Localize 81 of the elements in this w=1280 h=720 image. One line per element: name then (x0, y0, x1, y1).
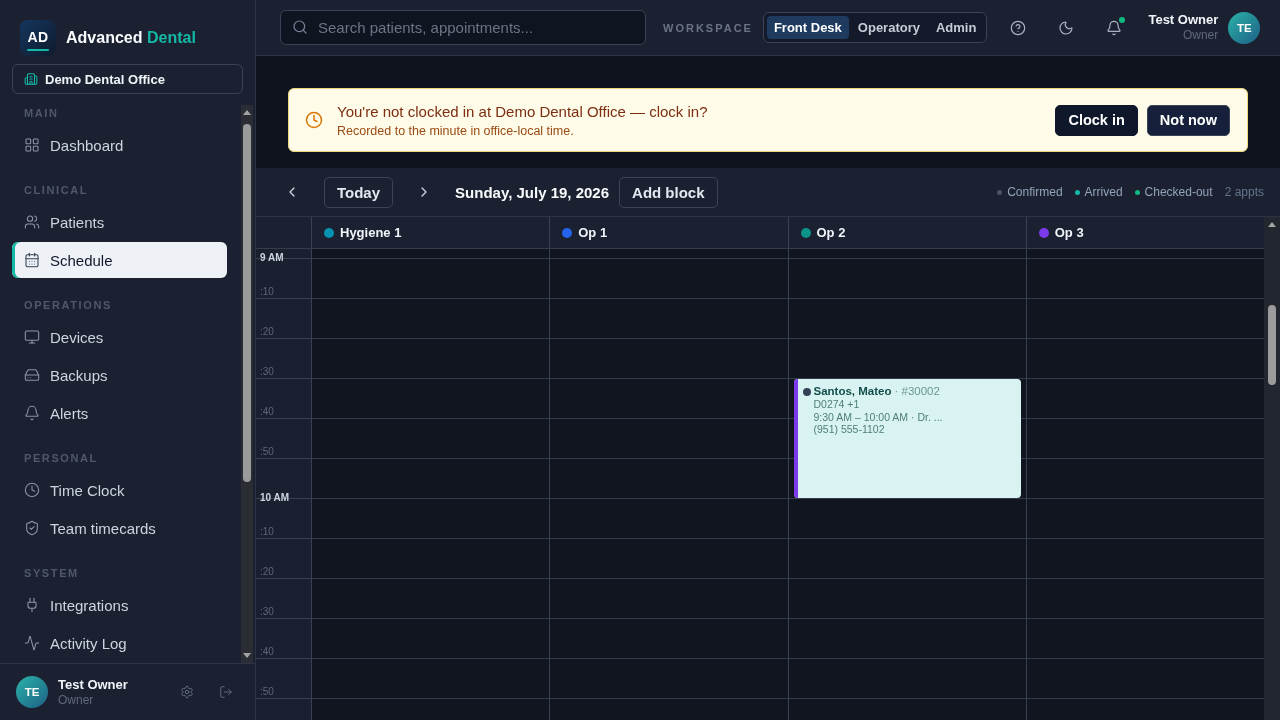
appointment-card[interactable]: Santos, Mateo · #30002 D0274 +1 9:30 AM – 10:00 AM · Dr. ... (951) 555-1102 (793, 379, 1021, 498)
patient-name: Santos, Mateo (813, 384, 892, 398)
workspace-label: WORKSPACE (663, 21, 753, 34)
time-label: 10 AM (260, 493, 290, 503)
time-label: :20 (260, 327, 274, 337)
shield-check-icon (24, 520, 40, 536)
user-name: Test Owner (1148, 12, 1219, 28)
logo-mark: AD (20, 20, 56, 56)
people-icon (24, 214, 40, 230)
building-icon (24, 72, 38, 86)
nav-item[interactable]: Patients (12, 204, 227, 240)
column-title: Op 3 (1054, 225, 1084, 240)
nav-item[interactable]: Devices (12, 319, 227, 355)
avatar[interactable]: TE (1228, 11, 1261, 44)
nav-section-title: CLINICAL (23, 183, 90, 198)
time-label: :30 (260, 607, 274, 617)
search-field[interactable]: Search patients, appointments... (280, 10, 646, 45)
monitor-icon (24, 329, 40, 345)
date-heading: Sunday, July 19, 2026 (455, 183, 610, 201)
legend-label: Confirmed (1007, 185, 1063, 199)
user-role: Owner (1182, 28, 1219, 43)
clock-icon (24, 482, 40, 498)
today-button[interactable]: Today (324, 176, 394, 208)
scrollbar[interactable] (241, 105, 253, 663)
scrollbar[interactable] (1264, 217, 1280, 720)
workspace-tab[interactable]: Operatory (850, 16, 927, 39)
user-role: Owner (58, 692, 94, 708)
workspace-tab[interactable]: Admin (928, 16, 984, 39)
calendar-icon (24, 252, 40, 268)
nav-section-title: SYSTEM (23, 566, 80, 581)
nav-item[interactable]: Dashboard (12, 127, 227, 163)
plug-icon (24, 597, 40, 613)
nav-item[interactable]: Activity Log (12, 625, 227, 661)
moon-icon[interactable] (1058, 19, 1075, 36)
appointment-count: 2 appts (1224, 185, 1264, 199)
office-selector[interactable]: Demo Dental Office (12, 64, 243, 94)
nav-item[interactable]: Time Clock (12, 472, 227, 508)
grid-icon (24, 137, 40, 153)
banner-button[interactable]: Not now (1146, 104, 1230, 136)
banner-subtitle: Recorded to the minute in office-local time. (337, 122, 575, 139)
nav-item[interactable]: Integrations (12, 587, 227, 623)
nav-item[interactable]: Alerts (12, 395, 227, 431)
column-title: Op 1 (578, 225, 608, 240)
time-label: :40 (260, 647, 274, 657)
column-title: Hygiene 1 (340, 225, 402, 240)
nav-item[interactable]: Team timecards (12, 510, 227, 546)
time-label: 9 AM (260, 253, 284, 263)
avatar: TE (16, 676, 48, 708)
user-name: Test Owner (58, 676, 128, 693)
time-label: :50 (260, 687, 274, 697)
nav-item[interactable]: Schedule (12, 242, 227, 278)
appointment-time: 9:30 AM – 10:00 AM · Dr. ... (813, 410, 943, 423)
patient-phone: (951) 555-1102 (813, 423, 886, 436)
banner-button[interactable]: Clock in (1055, 104, 1138, 136)
nav-section-title: MAIN (23, 106, 60, 121)
drive-icon (24, 367, 40, 383)
time-label: :40 (260, 407, 274, 417)
time-label: :10 (260, 287, 274, 297)
chart-number: · #30002 (894, 384, 940, 398)
procedure-codes: D0274 +1 (813, 398, 861, 411)
bell-icon[interactable] (1106, 19, 1123, 36)
nav-item[interactable]: Backups (12, 357, 227, 393)
time-label: :50 (260, 447, 274, 457)
brand-name: Advanced Dental (66, 29, 196, 47)
nav-section-title: PERSONAL (23, 451, 99, 466)
legend-label: Checked-out (1144, 185, 1213, 199)
time-label: :30 (260, 367, 274, 377)
bell-icon (24, 405, 40, 421)
settings-icon[interactable] (180, 685, 194, 699)
time-label: :10 (260, 527, 274, 537)
pulse-line-icon (24, 635, 40, 651)
banner-title: You're not clocked in at Demo Dental Office — clock in? (337, 101, 708, 121)
search-icon (292, 19, 308, 35)
time-label: :20 (260, 567, 274, 577)
legend-label: Arrived (1084, 185, 1123, 199)
workspace-tab[interactable]: Front Desk (766, 16, 849, 39)
column-title: Op 2 (816, 225, 846, 240)
add-block-button[interactable]: Add block (619, 176, 718, 208)
nav-section-title: OPERATIONS (23, 298, 113, 313)
help-icon[interactable] (1010, 19, 1027, 36)
clock-icon (305, 111, 323, 129)
